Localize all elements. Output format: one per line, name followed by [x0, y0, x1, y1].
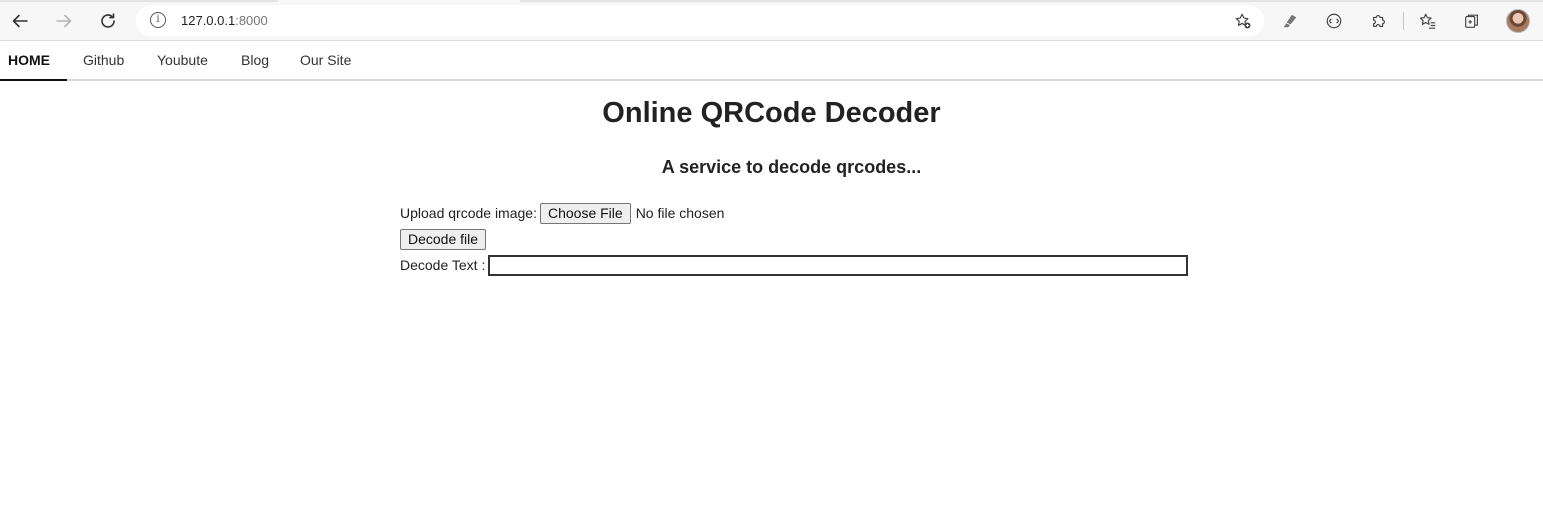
nav-item-github[interactable]: Github	[83, 41, 124, 81]
url-port: :8000	[235, 13, 268, 28]
forward-icon[interactable]	[49, 6, 79, 36]
page-title: Online QRCode Decoder	[602, 97, 941, 129]
profile-avatar[interactable]	[1506, 9, 1530, 33]
upload-row: Upload qrcode image: Choose File No file…	[400, 200, 1200, 226]
url-host: 127.0.0.1	[181, 13, 236, 28]
extension-circle-icon[interactable]	[1323, 10, 1345, 32]
decode-file-button[interactable]: Decode file	[400, 228, 487, 250]
nav-item-our-site[interactable]: Our Site	[300, 41, 351, 81]
site-info-icon[interactable]: i	[150, 12, 166, 28]
back-icon[interactable]	[5, 6, 35, 36]
tab-strip	[0, 0, 1543, 2]
extensions-puzzle-icon[interactable]	[1368, 10, 1390, 32]
browser-toolbar: i 127.0.0.1:8000	[0, 0, 1543, 41]
toolbar-separator	[1403, 12, 1404, 30]
favorites-icon[interactable]	[1417, 10, 1439, 32]
read-aloud-icon[interactable]	[1279, 10, 1301, 32]
address-bar[interactable]	[136, 5, 1264, 36]
collections-icon[interactable]	[1461, 10, 1483, 32]
decode-text-input[interactable]	[488, 254, 1189, 276]
nav-item-blog[interactable]: Blog	[241, 41, 269, 81]
nav-item-home[interactable]: HOME	[0, 41, 67, 81]
add-favorite-icon[interactable]	[1232, 10, 1254, 32]
decode-text-label: Decode Text :	[400, 257, 486, 273]
upload-label: Upload qrcode image:	[400, 205, 537, 221]
file-status-text: No file chosen	[635, 205, 725, 221]
active-tab-indicator	[278, 0, 520, 2]
decode-form: Upload qrcode image: Choose File No file…	[400, 200, 1200, 278]
choose-file-button[interactable]: Choose File	[539, 202, 631, 224]
decode-button-row: Decode file	[400, 226, 1200, 252]
page-subtitle: A service to decode qrcodes...	[661, 157, 922, 177]
nav-item-youbute[interactable]: Youbute	[157, 41, 208, 81]
site-navbar: HOME Github Youbute Blog Our Site	[0, 41, 1543, 81]
reload-icon[interactable]	[93, 6, 123, 36]
decode-text-row: Decode Text :	[400, 252, 1200, 278]
url-text[interactable]: 127.0.0.1:8000	[181, 13, 268, 28]
